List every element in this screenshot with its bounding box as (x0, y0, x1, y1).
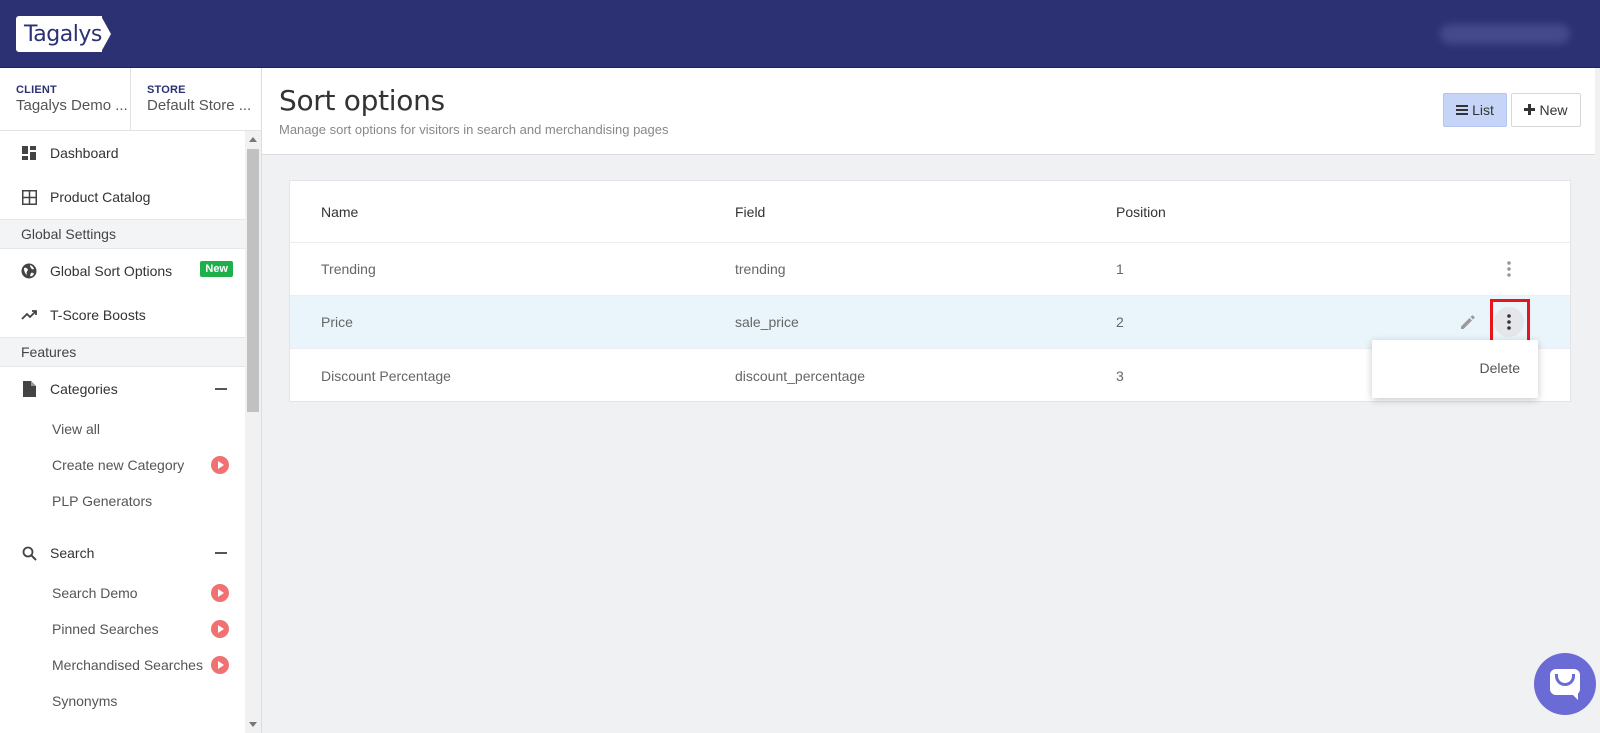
sidebar-item-label: Create new Category (52, 457, 185, 473)
sidebar-item-label: Dashboard (50, 145, 119, 161)
trending-up-icon (20, 306, 38, 324)
store-label: STORE (147, 84, 186, 96)
sidebar-subitem-search-demo[interactable]: Search Demo (0, 575, 245, 611)
list-icon (1456, 102, 1469, 118)
store-value: Default Store ... (147, 97, 252, 114)
store-selector[interactable]: STORE Default Store ... (147, 84, 257, 114)
page-header: Sort options Manage sort options for vis… (262, 68, 1595, 155)
sidebar-scrollbar[interactable] (245, 131, 261, 733)
sidebar-item-label: Search (50, 545, 95, 561)
highlight-box (1490, 299, 1530, 345)
sidebar-subitem-create-new-category[interactable]: Create new Category (0, 447, 245, 483)
new-badge: New (200, 261, 233, 277)
sidebar-item-label: Search Demo (52, 585, 138, 601)
sidebar-item-tscore-boosts[interactable]: T-Score Boosts (0, 293, 245, 337)
chat-widget-button[interactable] (1534, 653, 1596, 715)
globe-icon (20, 262, 38, 280)
search-icon (20, 544, 38, 562)
client-value: Tagalys Demo ... (16, 97, 128, 114)
row-position: 3 (1116, 367, 1124, 384)
row-actions-menu: Delete (1372, 340, 1538, 398)
sidebar-item-dashboard[interactable]: Dashboard (0, 131, 245, 175)
scope-divider (130, 68, 131, 130)
play-icon[interactable] (211, 456, 229, 474)
row-position: 2 (1116, 314, 1124, 330)
grid-icon (20, 188, 38, 206)
logo-text: Tagalys (24, 22, 102, 47)
scroll-up-icon[interactable] (249, 137, 257, 142)
section-global-settings: Global Settings (0, 219, 245, 249)
scroll-down-icon[interactable] (249, 722, 257, 727)
chat-icon-tail (1570, 692, 1578, 700)
document-icon (20, 380, 38, 398)
collapse-icon[interactable] (215, 552, 227, 554)
list-view-button[interactable]: List (1443, 93, 1507, 127)
client-label: CLIENT (16, 84, 57, 96)
top-bar: Tagalys (0, 0, 1600, 68)
user-menu[interactable] (1440, 24, 1570, 44)
plus-icon (1524, 102, 1536, 118)
row-name: Discount Percentage (321, 367, 451, 384)
list-button-label: List (1472, 102, 1494, 118)
dashboard-icon (20, 144, 38, 162)
sidebar-item-label: Product Catalog (50, 189, 151, 205)
sidebar-item-label: Pinned Searches (52, 621, 159, 637)
sidebar-item-global-sort-options[interactable]: Global Sort Options New (0, 249, 245, 293)
sidebar-item-label: Global Sort Options (50, 263, 173, 279)
sidebar-nav: Dashboard Product Catalog Global Setting… (0, 131, 245, 733)
tagalys-logo[interactable]: Tagalys (16, 16, 111, 52)
sidebar-subitem-merchandised-searches[interactable]: Merchandised Searches (0, 647, 245, 683)
column-header-field: Field (735, 203, 766, 220)
scope-selector: CLIENT Tagalys Demo ... STORE Default St… (0, 68, 261, 131)
sidebar-item-categories[interactable]: Categories (0, 367, 245, 411)
sidebar-item-search[interactable]: Search (0, 531, 245, 575)
more-options-icon[interactable] (1494, 254, 1524, 284)
column-header-name: Name (321, 203, 359, 220)
row-name: Price (321, 314, 353, 330)
new-button[interactable]: New (1511, 93, 1581, 127)
sidebar-subitem-plp-generators[interactable]: PLP Generators (0, 483, 245, 519)
sidebar-item-label: T-Score Boosts (50, 307, 146, 323)
edit-icon[interactable] (1458, 312, 1478, 332)
row-field: trending (735, 261, 786, 277)
section-features: Features (0, 337, 245, 367)
client-selector[interactable]: CLIENT Tagalys Demo ... (16, 84, 130, 114)
page-title: Sort options (279, 84, 445, 117)
collapse-icon[interactable] (215, 388, 227, 390)
play-icon[interactable] (211, 584, 229, 602)
sidebar-item-label: Merchandised Searches (52, 657, 203, 673)
table-header: Name Field Position (290, 181, 1570, 243)
page-subtitle: Manage sort options for visitors in sear… (279, 122, 669, 137)
page-scrollbar[interactable] (1595, 68, 1600, 733)
sidebar-subitem-synonyms[interactable]: Synonyms (0, 683, 245, 719)
sidebar-item-label: Categories (50, 381, 118, 397)
scroll-thumb[interactable] (247, 149, 259, 412)
column-header-position: Position (1116, 203, 1166, 220)
sidebar-item-product-catalog[interactable]: Product Catalog (0, 175, 245, 219)
play-icon[interactable] (211, 620, 229, 638)
table-row[interactable]: Trending trending 1 (290, 243, 1570, 296)
row-position: 1 (1116, 261, 1124, 277)
delete-menu-item[interactable]: Delete (1480, 360, 1520, 376)
new-button-label: New (1539, 102, 1568, 118)
row-field: sale_price (735, 314, 799, 330)
row-name: Trending (321, 261, 376, 277)
play-icon[interactable] (211, 656, 229, 674)
sidebar-subitem-view-all[interactable]: View all (0, 411, 245, 447)
sidebar-subitem-pinned-searches[interactable]: Pinned Searches (0, 611, 245, 647)
sidebar: CLIENT Tagalys Demo ... STORE Default St… (0, 68, 262, 733)
row-field: discount_percentage (735, 367, 865, 384)
